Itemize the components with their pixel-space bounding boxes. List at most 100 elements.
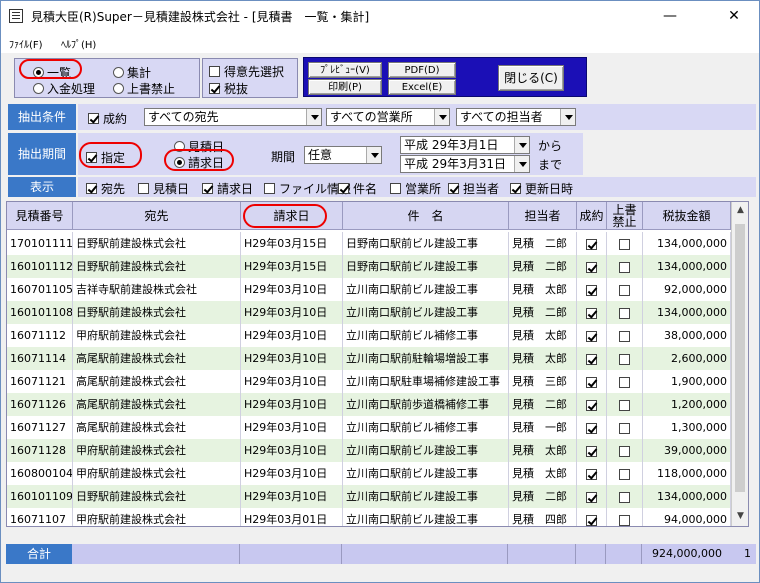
checkbox-empty-icon[interactable] — [619, 468, 630, 480]
checkbox-checked-icon[interactable] — [586, 514, 597, 526]
print-button[interactable]: 印刷(P) — [308, 79, 382, 95]
office-combo[interactable]: すべての営業所 — [326, 108, 450, 126]
chevron-down-icon[interactable] — [514, 137, 529, 153]
header-contracted[interactable]: 成約 — [577, 202, 607, 230]
checkbox-checked-icon[interactable] — [586, 330, 597, 342]
checkbox-checked-icon[interactable] — [586, 468, 597, 480]
header-estimate-no[interactable]: 見積番号 — [7, 202, 73, 230]
table-row[interactable]: 16071121 高尾駅前建設株式会社 H29年03月10日 立川南口駅駐車場補修建設… — [7, 370, 748, 393]
estimate-grid: 見積番号 宛先 請求日 件 名 担当者 成約 上書 禁止 税抜金額 170101… — [6, 201, 749, 527]
scroll-up-icon[interactable]: ▲ — [732, 202, 748, 219]
display-office-checkbox[interactable]: 営業所 — [390, 180, 441, 197]
client-select-checkbox[interactable]: 得意先選択 — [209, 63, 284, 80]
checkbox-empty-icon[interactable] — [619, 399, 630, 411]
menu-help[interactable]: ﾍﾙﾌﾟ(H) — [61, 36, 96, 51]
checkbox-empty-icon[interactable] — [619, 238, 630, 250]
header-client[interactable]: 宛先 — [73, 202, 241, 230]
client-combo[interactable]: すべての宛先 — [144, 108, 322, 126]
to-date-picker[interactable]: 平成 29年3月31日 — [400, 155, 530, 173]
invoice-date-radio[interactable]: 請求日 — [174, 154, 224, 171]
pdf-button[interactable]: PDF(D) — [388, 62, 456, 78]
header-staff[interactable]: 担当者 — [509, 202, 577, 230]
maximize-button[interactable] — [665, 1, 711, 31]
close-window-button[interactable]: ✕ — [711, 1, 757, 31]
header-subject[interactable]: 件 名 — [343, 202, 509, 230]
table-row[interactable]: 160101108 日野駅前建設株式会社 H29年03月10日 立川南口駅前ビル建設工… — [7, 301, 748, 324]
header-invoice-date[interactable]: 請求日 — [241, 202, 343, 230]
client-select-label: 得意先選択 — [224, 65, 285, 79]
checkbox-checked-icon[interactable] — [586, 307, 597, 319]
excel-button[interactable]: Excel(E) — [388, 79, 456, 95]
header-amount[interactable]: 税抜金額 — [643, 202, 731, 230]
mode-summary-radio[interactable]: 集計 — [113, 64, 151, 81]
table-row[interactable]: 16071107 甲府駅前建設株式会社 H29年03月01日 立川南口駅前ビル建設工事… — [7, 508, 748, 526]
scroll-thumb[interactable] — [735, 224, 745, 492]
display-estimate-date-checkbox[interactable]: 見積日 — [138, 180, 189, 197]
cell-invoice-date: H29年03月10日 — [241, 393, 343, 416]
table-row[interactable]: 160800104 甲府駅前建設株式会社 H29年03月10日 立川南口駅前ビル建設工… — [7, 462, 748, 485]
chevron-down-icon[interactable] — [434, 109, 449, 125]
tax-excluded-checkbox[interactable]: 税抜 — [209, 80, 248, 97]
scroll-down-icon[interactable]: ▼ — [732, 508, 748, 525]
checkbox-empty-icon[interactable] — [619, 307, 630, 319]
table-row[interactable]: 16071127 高尾駅前建設株式会社 H29年03月10日 立川南口駅前ビル補修工事… — [7, 416, 748, 439]
mode-overwrite-block-radio[interactable]: 上書禁止 — [113, 80, 175, 97]
checkbox-empty-icon[interactable] — [619, 330, 630, 342]
table-row[interactable]: 16071128 甲府駅前建設株式会社 H29年03月10日 立川南口駅前ビル建設工事… — [7, 439, 748, 462]
cell-estimate-no: 16071114 — [7, 347, 73, 370]
checkbox-empty-icon[interactable] — [619, 376, 630, 388]
cell-overwrite-block — [607, 485, 643, 508]
checkbox-checked-icon[interactable] — [586, 376, 597, 388]
display-invoice-date-checkbox[interactable]: 請求日 — [202, 180, 253, 197]
checkbox-checked-icon[interactable] — [586, 399, 597, 411]
table-row[interactable]: 16071114 高尾駅前建設株式会社 H29年03月10日 立川南口駅前駐輪場増設工… — [7, 347, 748, 370]
preview-button[interactable]: ﾌﾟﾚﾋﾞｭｰ(V) — [308, 62, 382, 78]
staff-combo[interactable]: すべての担当者 — [456, 108, 576, 126]
table-row[interactable]: 160701105 吉祥寺駅前建設株式会社 H29年03月10日 立川南口駅前ビル建設… — [7, 278, 748, 301]
display-staff-checkbox[interactable]: 担当者 — [448, 180, 499, 197]
cell-staff: 見積 太郎 — [509, 347, 577, 370]
mode-list-radio[interactable]: 一覧 — [33, 64, 71, 81]
checkbox-empty-icon[interactable] — [619, 445, 630, 457]
chevron-down-icon[interactable] — [306, 109, 321, 125]
cell-staff: 見積 一郎 — [509, 416, 577, 439]
checkbox-checked-icon[interactable] — [586, 261, 597, 273]
chevron-down-icon[interactable] — [366, 147, 381, 163]
table-row[interactable]: 170101111 日野駅前建設株式会社 H29年03月15日 日野南口駅前ビル建設工… — [7, 232, 748, 255]
display-subject-checkbox[interactable]: 件名 — [338, 180, 377, 197]
vertical-scrollbar[interactable]: ▲ ▼ — [731, 202, 748, 526]
display-updated-at-checkbox[interactable]: 更新日時 — [510, 180, 573, 197]
table-row[interactable]: 160101112 日野駅前建設株式会社 H29年03月15日 日野南口駅前ビル建設工… — [7, 255, 748, 278]
from-date-value: 平成 29年3月1日 — [404, 138, 499, 152]
chevron-down-icon[interactable] — [560, 109, 575, 125]
checkbox-empty-icon[interactable] — [619, 284, 630, 296]
checkbox-empty-icon[interactable] — [619, 353, 630, 365]
checkbox-empty-icon[interactable] — [619, 491, 630, 503]
cell-overwrite-block — [607, 370, 643, 393]
checkbox-checked-icon[interactable] — [586, 238, 597, 250]
table-row[interactable]: 16071126 高尾駅前建設株式会社 H29年03月10日 立川南口駅前歩道橋補修工… — [7, 393, 748, 416]
header-overwrite-block[interactable]: 上書 禁止 — [607, 202, 643, 230]
checkbox-checked-icon[interactable] — [586, 284, 597, 296]
table-row[interactable]: 16071112 甲府駅前建設株式会社 H29年03月10日 立川南口駅前ビル補修工事… — [7, 324, 748, 347]
estimate-date-radio[interactable]: 見積日 — [174, 138, 224, 155]
period-type-combo[interactable]: 任意 — [304, 146, 382, 164]
period-specify-checkbox[interactable]: 指定 — [86, 149, 125, 166]
cell-staff: 見積 二郎 — [509, 255, 577, 278]
checkbox-empty-icon[interactable] — [619, 422, 630, 434]
mode-deposit-radio[interactable]: 入金処理 — [33, 80, 95, 97]
totals-bar: 合計 924,000,000 1 — [6, 544, 756, 564]
checkbox-empty-icon[interactable] — [619, 514, 630, 526]
checkbox-checked-icon[interactable] — [586, 491, 597, 503]
from-date-picker[interactable]: 平成 29年3月1日 — [400, 136, 530, 154]
checkbox-checked-icon[interactable] — [586, 353, 597, 365]
checkbox-checked-icon[interactable] — [586, 422, 597, 434]
table-row[interactable]: 160101109 日野駅前建設株式会社 H29年03月10日 立川南口駅前ビル建設工… — [7, 485, 748, 508]
checkbox-checked-icon[interactable] — [586, 445, 597, 457]
chevron-down-icon[interactable] — [514, 156, 529, 172]
close-form-button[interactable]: 閉じる(C) — [498, 65, 564, 91]
menu-file[interactable]: ﾌｧｲﾙ(F) — [9, 36, 43, 51]
display-client-checkbox[interactable]: 宛先 — [86, 180, 125, 197]
checkbox-empty-icon[interactable] — [619, 261, 630, 273]
contracted-filter-checkbox[interactable]: 成約 — [88, 110, 127, 127]
